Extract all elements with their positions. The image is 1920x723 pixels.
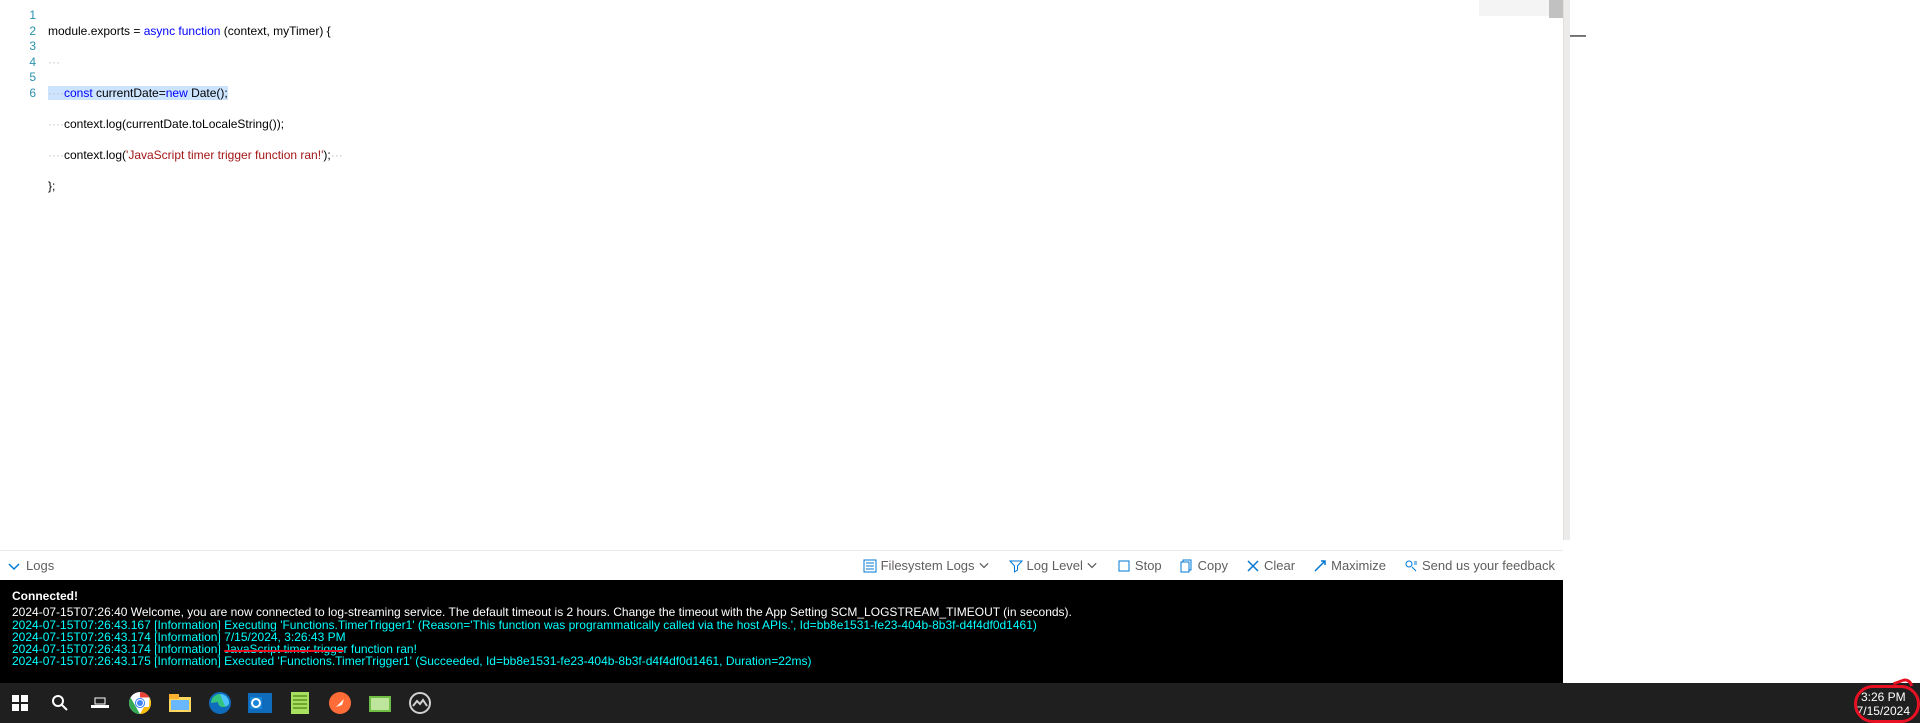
taskbar-clock[interactable]: 3:26 PM 7/15/2024 xyxy=(1847,688,1920,718)
logs-toolbar: Logs Filesystem Logs Log Level Stop xyxy=(0,550,1563,580)
list-icon xyxy=(863,559,877,573)
editor-content[interactable]: module.exports = async function (context… xyxy=(42,0,343,550)
right-panel-splitter[interactable] xyxy=(1563,0,1570,540)
taskbar-postman-icon[interactable] xyxy=(320,683,360,723)
copy-button[interactable]: Copy xyxy=(1180,558,1228,573)
taskbar-edge-icon[interactable] xyxy=(200,683,240,723)
chevron-down-icon xyxy=(8,560,20,572)
stop-button[interactable]: Stop xyxy=(1117,558,1162,573)
taskbar-photos-icon[interactable] xyxy=(400,683,440,723)
taskbar-app-icon[interactable] xyxy=(360,683,400,723)
taskbar-outlook-icon[interactable] xyxy=(240,683,280,723)
line-number: 6 xyxy=(0,86,36,102)
chevron-down-icon xyxy=(979,560,991,572)
feedback-button[interactable]: Send us your feedback xyxy=(1404,558,1555,573)
code-editor[interactable]: 1 2 3 4 5 6 module.exports = async funct… xyxy=(0,0,1563,550)
copy-icon xyxy=(1180,559,1194,573)
line-number: 2 xyxy=(0,24,36,40)
taskbar-time: 3:26 PM xyxy=(1857,690,1910,704)
logs-toggle[interactable]: Logs xyxy=(8,558,54,573)
taskbar-explorer-icon[interactable] xyxy=(160,683,200,723)
console-connected: Connected! xyxy=(12,590,1551,602)
filesystem-logs-dropdown[interactable]: Filesystem Logs xyxy=(863,558,991,573)
logs-label: Logs xyxy=(26,558,54,573)
windows-taskbar: 3:26 PM 7/15/2024 xyxy=(0,683,1920,723)
filter-icon xyxy=(1009,559,1023,573)
console-line: 2024-07-15T07:26:43.175 [Information] Ex… xyxy=(12,655,1551,667)
feedback-icon xyxy=(1404,559,1418,573)
minimize-icon[interactable]: — xyxy=(1570,28,1586,44)
taskbar-date: 7/15/2024 xyxy=(1857,704,1910,718)
log-level-dropdown[interactable]: Log Level xyxy=(1009,558,1099,573)
expand-icon xyxy=(1313,559,1327,573)
editor-scrollbar[interactable] xyxy=(1549,0,1563,550)
clear-button[interactable]: Clear xyxy=(1246,558,1295,573)
line-number: 4 xyxy=(0,55,36,71)
chevron-down-icon xyxy=(1087,560,1099,572)
line-number: 3 xyxy=(0,39,36,55)
taskbar-notepadpp-icon[interactable] xyxy=(280,683,320,723)
line-number: 5 xyxy=(0,70,36,86)
close-icon xyxy=(1246,559,1260,573)
stop-icon xyxy=(1117,559,1131,573)
search-button[interactable] xyxy=(40,683,80,723)
line-number: 1 xyxy=(0,8,36,24)
taskbar-chrome-icon[interactable] xyxy=(120,683,160,723)
task-view-button[interactable] xyxy=(80,683,120,723)
editor-gutter: 1 2 3 4 5 6 xyxy=(0,0,42,550)
editor-minimap[interactable] xyxy=(1479,0,1549,550)
maximize-button[interactable]: Maximize xyxy=(1313,558,1386,573)
start-button[interactable] xyxy=(0,683,40,723)
